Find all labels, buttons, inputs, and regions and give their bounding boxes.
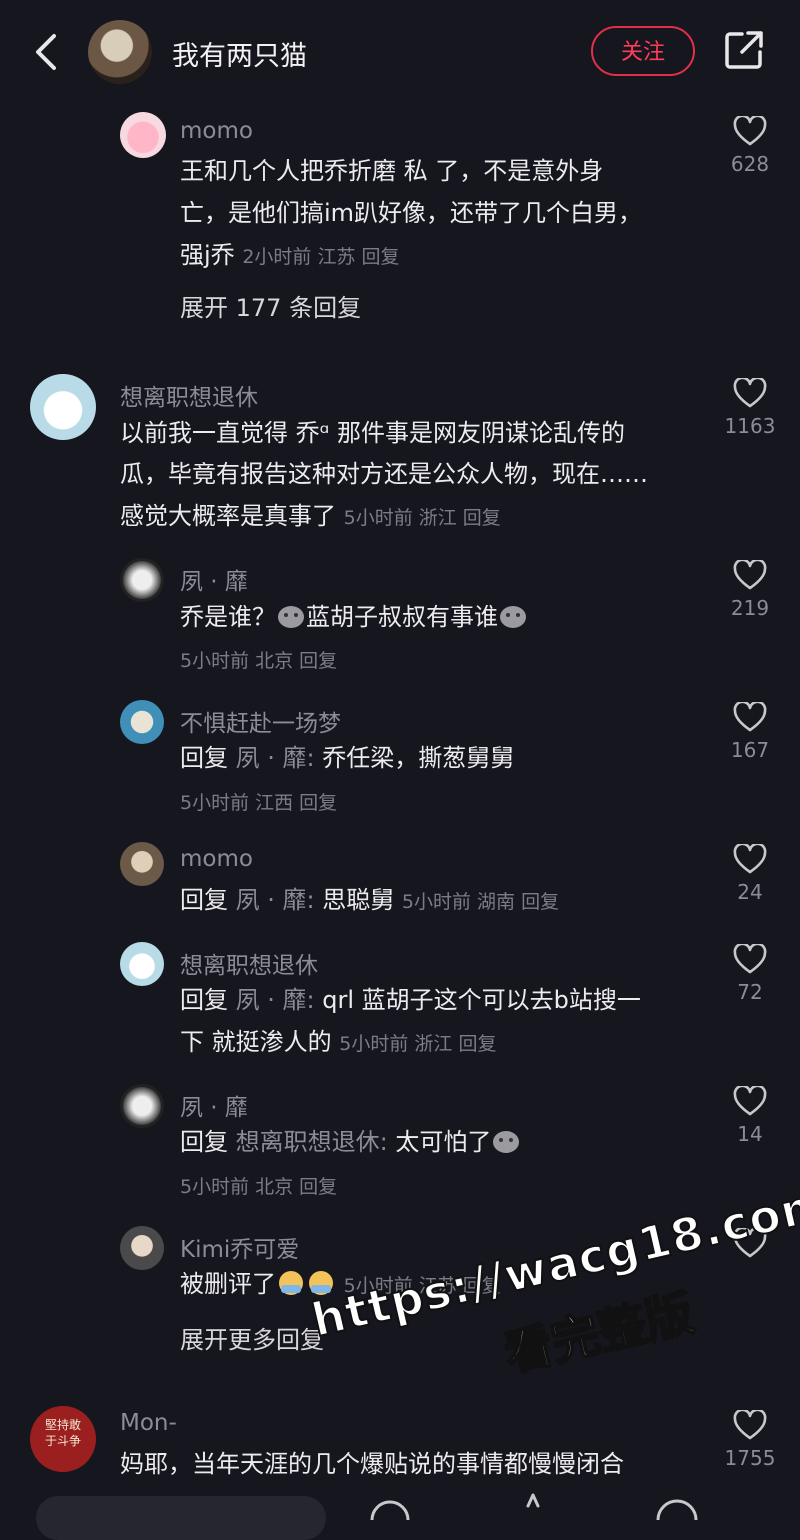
heart-icon — [733, 1228, 767, 1258]
expand-more-replies-button[interactable]: 展开更多回复 — [180, 1320, 324, 1355]
avatar[interactable] — [120, 942, 164, 986]
comment-text: 乔是谁？ 蓝胡子叔叔有事谁 — [180, 596, 528, 638]
comment-text-last: 感觉大概率是真事了 5小时前 浙江 回复 — [120, 502, 501, 530]
author-name[interactable]: 我有两只猫 — [172, 34, 307, 73]
like-button[interactable]: 1755 — [722, 1410, 778, 1470]
avatar[interactable] — [120, 700, 164, 744]
emoji-icon — [493, 1131, 520, 1153]
commenter-name[interactable]: 想离职想退休 — [120, 378, 258, 412]
heart-icon — [733, 844, 767, 874]
heart-icon[interactable] — [368, 1494, 412, 1524]
comment-meta[interactable]: 5小时前 北京 回复 — [180, 646, 337, 673]
comment-meta[interactable]: 5小时前 江苏 回复 — [344, 1275, 501, 1297]
comment-text: 亡，是他们搞im趴好像，还带了几个白男， — [180, 199, 643, 227]
heart-icon — [733, 1086, 767, 1116]
like-button[interactable]: 219 — [722, 560, 778, 620]
like-count: 219 — [730, 596, 770, 620]
bottom-toolbar — [0, 1490, 800, 1540]
avatar[interactable] — [120, 842, 164, 886]
comment-text: 妈耶，当年天涯的几个爆贴说的事情都慢慢闭合 — [120, 1450, 624, 1478]
like-button[interactable]: 24 — [722, 844, 778, 904]
watermark-caption: 看完整版 — [498, 1284, 700, 1384]
like-button[interactable]: 14 — [722, 1086, 778, 1146]
comment-input[interactable] — [36, 1496, 326, 1540]
commenter-name[interactable]: Kimi乔可爱 — [180, 1230, 299, 1264]
comment-text-last: 强j乔 2小时前 江苏 回复 — [180, 241, 400, 269]
comment-text: 王和几个人把乔折磨 私 了，不是意外身 — [180, 157, 604, 185]
expand-replies-button[interactable]: 展开 177 条回复 — [180, 288, 361, 323]
comment-meta[interactable]: 5小时前 北京 回复 — [180, 1172, 337, 1199]
comment-meta[interactable]: 5小时前 湖南 回复 — [402, 891, 559, 913]
like-button[interactable] — [722, 1228, 778, 1258]
author-avatar[interactable] — [88, 20, 152, 84]
like-count: 628 — [730, 152, 770, 176]
comment-meta[interactable]: 2小时前 江苏 回复 — [242, 246, 399, 268]
share-icon[interactable] — [724, 30, 764, 70]
comment-meta[interactable]: 5小时前 浙江 回复 — [344, 507, 501, 529]
commenter-name[interactable]: 想离职想退休 — [180, 946, 318, 980]
heart-icon — [733, 1410, 767, 1440]
heart-icon — [733, 560, 767, 590]
commenter-name[interactable]: 夙 · 靡 — [180, 562, 248, 596]
avatar[interactable] — [120, 558, 164, 602]
avatar[interactable] — [120, 112, 166, 158]
avatar[interactable] — [120, 1084, 164, 1128]
commenter-name[interactable]: momo — [180, 846, 253, 872]
comment-text: 回复 想离职想退休: 太可怕了 — [180, 1121, 521, 1163]
like-button[interactable]: 167 — [722, 702, 778, 762]
commenter-name[interactable]: momo — [180, 118, 253, 144]
comment-text: 回复 夙 · 靡: 思聪舅 5小时前 湖南 回复 — [180, 886, 560, 914]
like-button[interactable]: 1163 — [722, 378, 778, 438]
comment-text: 瓜，毕竟有报告这种对方还是公众人物，现在…… — [120, 460, 648, 488]
back-arrow-icon[interactable] — [30, 30, 64, 74]
chat-icon[interactable] — [654, 1494, 700, 1524]
comment-meta[interactable]: 5小时前 江西 回复 — [180, 788, 337, 815]
follow-button[interactable]: 关注 — [591, 26, 695, 76]
top-bar: 我有两只猫 关注 — [0, 0, 800, 108]
comment-text: 回复 夙 · 靡: 乔任梁，撕葱舅舅 — [180, 744, 515, 772]
crying-emoji-icon — [309, 1271, 333, 1295]
like-count: 14 — [737, 1122, 763, 1146]
comment-text: 被删评了 5小时前 江苏 回复 — [180, 1270, 501, 1298]
commenter-name[interactable]: 夙 · 靡 — [180, 1088, 248, 1122]
avatar[interactable] — [30, 374, 96, 440]
watermark-url: https://wacg18.com — [306, 1175, 800, 1349]
emoji-icon — [500, 606, 526, 628]
avatar-text: 堅持敢于斗争 — [44, 1418, 81, 1448]
heart-icon — [733, 378, 767, 408]
comment-text: 回复 夙 · 靡: qrl 蓝胡子这个可以去b站搜一 — [180, 986, 641, 1014]
like-count: 1163 — [724, 414, 776, 438]
star-icon[interactable] — [515, 1492, 551, 1522]
like-button[interactable]: 72 — [722, 944, 778, 1004]
heart-icon — [733, 116, 767, 146]
crying-emoji-icon — [279, 1271, 303, 1295]
emoji-icon — [278, 606, 304, 628]
like-count: 1755 — [724, 1446, 776, 1470]
commenter-name[interactable]: Mon- — [120, 1410, 177, 1436]
like-count: 167 — [730, 738, 770, 762]
avatar[interactable]: 堅持敢于斗争 — [30, 1406, 96, 1472]
comment-text-last: 下 就挺渗人的 5小时前 浙江 回复 — [180, 1028, 497, 1056]
comment-text: 以前我一直觉得 乔ᵅ 那件事是网友阴谋论乱传的 — [120, 419, 625, 447]
heart-icon — [733, 702, 767, 732]
comment-meta[interactable]: 5小时前 浙江 回复 — [339, 1033, 496, 1055]
like-count: 24 — [737, 880, 763, 904]
heart-icon — [733, 944, 767, 974]
avatar[interactable] — [120, 1226, 164, 1270]
like-count: 72 — [737, 980, 763, 1004]
commenter-name[interactable]: 不惧赶赴一场梦 — [180, 704, 341, 738]
like-button[interactable]: 628 — [722, 116, 778, 176]
